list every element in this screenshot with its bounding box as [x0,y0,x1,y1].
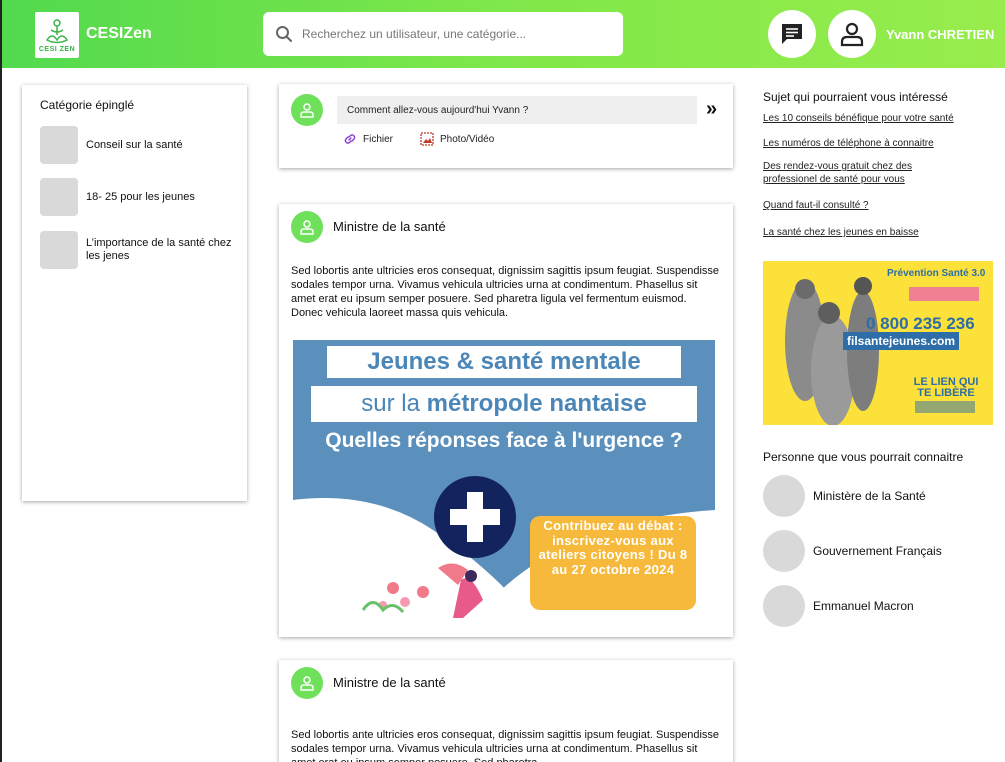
app-logo[interactable]: CESI ZEN [35,12,79,58]
top-bar: CESI ZEN CESIZen Yvann CHRETIEN [2,0,1005,68]
pinned-categories-panel: Catégorie épinglé Conseil sur la santé 1… [22,85,247,501]
advert-banner[interactable]: Prévention Santé 3.0 0 800 235 236 filsa… [763,261,993,425]
search-icon [276,26,292,42]
composer-avatar [291,94,323,126]
topic-link[interactable]: Quand faut-il consulté ? [763,199,993,212]
double-chevron-icon[interactable]: » [706,98,717,121]
logo-text: CESI ZEN [38,45,76,53]
category-thumbnail [40,178,78,216]
user-icon [300,676,314,691]
username[interactable]: Yvann CHRETIEN [886,27,994,42]
category-item[interactable]: Conseil sur la santé [40,126,236,164]
post-card: Ministre de la santé Sed lobortis ante u… [279,204,733,637]
suggested-persons-title: Personne que vous pourrait connaitre [763,450,964,464]
category-item[interactable]: L’importance de la santé chez les jenes [40,231,236,269]
advert-tagline: LE LIEN QUI TE LIBÈRE [913,376,979,399]
category-thumbnail [40,126,78,164]
post-text: Sed lobortis ante ultricies eros consequ… [291,265,720,319]
post-image[interactable]: Jeunes & santé mentale sur la métropole … [293,340,715,620]
post-card: Ministre de la santé Sed lobortis ante u… [279,660,733,762]
avatar [763,530,805,572]
profile-button[interactable] [828,10,876,58]
attach-file-button[interactable]: Fichier [343,132,393,146]
image-event-badge: Contribuez au débat : inscrivez-vous aux… [530,516,696,610]
post-author[interactable]: Ministre de la santé [333,675,446,690]
user-icon [840,22,864,47]
category-label: L’importance de la santé chez les jenes [86,237,232,262]
advert-phone: 0 800 235 236 [866,314,975,333]
chat-icon [782,24,802,44]
composer-input[interactable] [337,96,697,124]
post-text: Sed lobortis ante ultricies eros consequ… [291,729,720,762]
post-composer: » Fichier Photo/Vidéo [279,84,733,168]
person-name: Emmanuel Macron [813,599,914,613]
user-icon [300,103,314,118]
post-avatar[interactable] [291,667,323,699]
brand-name[interactable]: CESIZen [86,25,152,43]
person-suggestion[interactable]: Ministère de la Santé [763,475,926,517]
avatar [763,475,805,517]
advert-title: Prévention Santé 3.0 [887,268,986,279]
advert-site: filsantejeunes.com [843,332,960,350]
post-avatar[interactable] [291,211,323,243]
search-bar[interactable] [263,12,623,56]
messages-button[interactable] [768,10,816,58]
attach-file-label: Fichier [363,133,394,145]
user-icon [300,220,314,235]
category-label: 18- 25 pour les jeunes [86,190,195,203]
lotus-logo-icon [45,18,69,43]
avatar [763,585,805,627]
pinned-categories-title: Catégorie épinglé [40,98,135,112]
post-author[interactable]: Ministre de la santé [333,219,446,234]
person-name: Gouvernement Français [813,544,942,558]
topic-link[interactable]: La santé chez les jeunes en baisse [763,226,993,239]
page: CESI ZEN CESIZen Yvann CHRETIEN [0,0,1005,762]
suggested-topics-title: Sujet qui pourraient vous intéressé [763,90,948,104]
person-suggestion[interactable]: Emmanuel Macron [763,585,914,627]
category-thumbnail [40,231,78,269]
topic-link[interactable]: Des rendez-vous gratuit chez des profess… [763,160,943,186]
attach-media-label: Photo/Vidéo [440,133,495,145]
attach-media-button[interactable]: Photo/Vidéo [420,132,494,146]
link-icon [344,134,356,144]
search-input[interactable] [302,27,602,41]
image-icon [420,132,434,146]
person-name: Ministère de la Santé [813,489,926,503]
category-item[interactable]: 18- 25 pour les jeunes [40,178,236,216]
category-label: Conseil sur la santé [86,138,183,151]
topic-link[interactable]: Les 10 conseils bénéfique pour votre san… [763,112,993,125]
person-suggestion[interactable]: Gouvernement Français [763,530,942,572]
topic-link[interactable]: Les numéros de téléphone à connaitre [763,137,993,150]
